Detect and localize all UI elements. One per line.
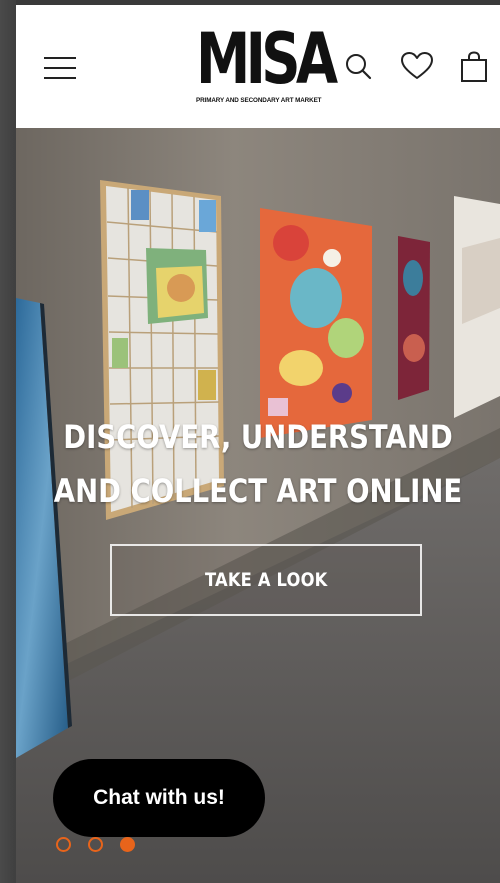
chat-button[interactable]: Chat with us!	[53, 759, 265, 837]
carousel-dots	[56, 837, 135, 853]
carousel-dot-3[interactable]	[120, 837, 135, 852]
hero-title: DISCOVER, UNDERSTAND AND COLLECT ART ONL…	[43, 410, 473, 518]
carousel-dot-2[interactable]	[88, 837, 103, 852]
bag-icon[interactable]	[460, 51, 488, 83]
chat-button-label: Chat with us!	[93, 786, 225, 809]
site-logo[interactable]: MISA PRIMARY AND SECONDARY ART MARKET	[196, 23, 340, 109]
hero-title-line-1: DISCOVER, UNDERSTAND	[63, 418, 453, 456]
menu-icon[interactable]	[44, 55, 76, 81]
take-a-look-button[interactable]: TAKE A LOOK	[110, 544, 422, 616]
logo-text: MISA	[196, 18, 338, 100]
heart-icon[interactable]	[400, 51, 434, 81]
carousel-dot-1[interactable]	[56, 837, 71, 852]
search-icon[interactable]	[344, 51, 374, 81]
hero-title-line-2: AND COLLECT ART ONLINE	[53, 472, 463, 510]
take-a-look-label: TAKE A LOOK	[204, 569, 328, 591]
hero-banner: DISCOVER, UNDERSTAND AND COLLECT ART ONL…	[16, 128, 500, 883]
site-header: MISA PRIMARY AND SECONDARY ART MARKET	[16, 5, 500, 128]
page: MISA PRIMARY AND SECONDARY ART MARKET DI…	[16, 5, 500, 883]
